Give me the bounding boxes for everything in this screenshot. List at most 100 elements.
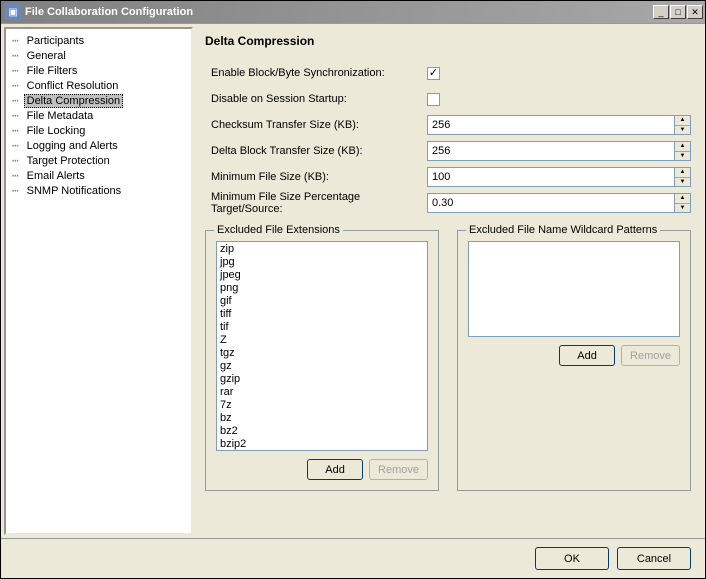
list-item[interactable]: tiff (220, 308, 424, 321)
sidebar-item-label: File Filters (25, 65, 80, 77)
sidebar-item-label: Participants (25, 35, 86, 47)
sidebar-item-label: Target Protection (25, 155, 112, 167)
spin-up-icon[interactable]: ▲ (675, 142, 690, 152)
checksum-label: Checksum Transfer Size (KB): (205, 119, 427, 131)
sidebar-item-delta-compression[interactable]: ⋯ Delta Compression (8, 93, 189, 108)
min-size-spinner: ▲ ▼ (427, 167, 691, 187)
window-body: ⋯Participants⋯General⋯File Filters⋯Confl… (1, 23, 705, 538)
min-size-label: Minimum File Size (KB): (205, 171, 427, 183)
list-item[interactable]: bz2 (220, 425, 424, 438)
list-item[interactable]: bzip2 (220, 438, 424, 451)
enable-sync-checkbox[interactable]: ✓ (427, 67, 440, 80)
delta-block-label: Delta Block Transfer Size (KB): (205, 145, 427, 157)
tree-dash-icon: ⋯ (12, 94, 19, 107)
sidebar-item-general[interactable]: ⋯ General (8, 48, 189, 63)
cancel-button[interactable]: Cancel (617, 547, 691, 570)
delta-block-row: Delta Block Transfer Size (KB): ▲ ▼ (205, 140, 691, 162)
min-pct-row: Minimum File Size Percentage Target/Sour… (205, 192, 691, 214)
configuration-window: ▣ File Collaboration Configuration _ □ ✕… (0, 0, 706, 579)
page-title: Delta Compression (205, 30, 691, 62)
list-item[interactable]: tgz (220, 347, 424, 360)
navigation-tree[interactable]: ⋯Participants⋯General⋯File Filters⋯Confl… (4, 27, 193, 535)
tree-dash-icon: ⋯ (12, 64, 19, 77)
sidebar-item-participants[interactable]: ⋯ Participants (8, 33, 189, 48)
sidebar-item-file-filters[interactable]: ⋯ File Filters (8, 63, 189, 78)
checksum-spinner: ▲ ▼ (427, 115, 691, 135)
list-item[interactable]: gzip (220, 373, 424, 386)
ok-button[interactable]: OK (535, 547, 609, 570)
group-container: Excluded File Extensions zipjpgjpegpnggi… (205, 230, 691, 491)
spin-up-icon[interactable]: ▲ (675, 116, 690, 126)
delta-block-spin-buttons: ▲ ▼ (675, 141, 691, 161)
delta-block-input[interactable] (427, 141, 675, 161)
sidebar-item-logging-and-alerts[interactable]: ⋯ Logging and Alerts (8, 138, 189, 153)
sidebar-item-label: SNMP Notifications (25, 185, 124, 197)
sidebar-item-label: Conflict Resolution (25, 80, 121, 92)
spin-down-icon[interactable]: ▼ (675, 178, 690, 187)
list-item[interactable]: 7z (220, 399, 424, 412)
tree-dash-icon: ⋯ (12, 124, 19, 137)
checksum-row: Checksum Transfer Size (KB): ▲ ▼ (205, 114, 691, 136)
minimize-button[interactable]: _ (653, 5, 669, 19)
disable-startup-row: Disable on Session Startup: (205, 88, 691, 110)
min-pct-label: Minimum File Size Percentage Target/Sour… (205, 191, 427, 215)
list-item[interactable]: rar (220, 386, 424, 399)
list-item[interactable]: gz (220, 360, 424, 373)
wild-add-button[interactable]: Add (559, 345, 615, 366)
close-button[interactable]: ✕ (687, 5, 703, 19)
wild-remove-button[interactable]: Remove (621, 345, 680, 366)
ext-add-button[interactable]: Add (307, 459, 363, 480)
excluded-wildcards-title: Excluded File Name Wildcard Patterns (466, 224, 660, 236)
excluded-wildcards-group: Excluded File Name Wildcard Patterns Add… (457, 230, 691, 491)
sidebar-item-email-alerts[interactable]: ⋯Email Alerts (8, 168, 189, 183)
main-panel: Delta Compression Enable Block/Byte Sync… (193, 24, 705, 538)
dialog-footer: OK Cancel (1, 538, 705, 578)
checksum-input[interactable] (427, 115, 675, 135)
excluded-wildcards-list[interactable] (468, 241, 680, 337)
window-title: File Collaboration Configuration (25, 6, 653, 18)
list-item[interactable]: zip (220, 243, 424, 256)
min-size-input[interactable] (427, 167, 675, 187)
ext-group-buttons: Add Remove (216, 459, 428, 480)
sidebar-item-snmp-notifications[interactable]: ⋯SNMP Notifications (8, 183, 189, 198)
titlebar: ▣ File Collaboration Configuration _ □ ✕ (1, 1, 705, 23)
min-size-spin-buttons: ▲ ▼ (675, 167, 691, 187)
list-item[interactable]: tif (220, 321, 424, 334)
delta-block-spinner: ▲ ▼ (427, 141, 691, 161)
min-pct-input[interactable] (427, 193, 675, 213)
spin-down-icon[interactable]: ▼ (675, 204, 690, 213)
list-item[interactable]: jpeg (220, 269, 424, 282)
spin-down-icon[interactable]: ▼ (675, 126, 690, 135)
sidebar-item-label: Delta Compression (24, 94, 124, 108)
list-item[interactable]: bz (220, 412, 424, 425)
sidebar-item-label: General (25, 50, 68, 62)
excluded-extensions-list[interactable]: zipjpgjpegpnggiftifftifZtgzgzgziprar7zbz… (216, 241, 428, 451)
app-icon: ▣ (5, 4, 21, 20)
sidebar-item-label: File Metadata (25, 110, 96, 122)
min-pct-spin-buttons: ▲ ▼ (675, 193, 691, 213)
spin-up-icon[interactable]: ▲ (675, 168, 690, 178)
spin-up-icon[interactable]: ▲ (675, 194, 690, 204)
sidebar-item-file-metadata[interactable]: ⋯ File Metadata (8, 108, 189, 123)
list-item[interactable]: jpg (220, 256, 424, 269)
sidebar-item-conflict-resolution[interactable]: ⋯Conflict Resolution (8, 78, 189, 93)
tree-dash-icon: ⋯ (12, 169, 19, 182)
tree-dash-icon: ⋯ (12, 34, 19, 47)
sidebar-item-file-locking[interactable]: ⋯File Locking (8, 123, 189, 138)
list-item[interactable]: png (220, 282, 424, 295)
enable-sync-label: Enable Block/Byte Synchronization: (205, 67, 427, 79)
ext-remove-button[interactable]: Remove (369, 459, 428, 480)
list-item[interactable]: Z (220, 334, 424, 347)
sidebar-item-label: Logging and Alerts (25, 140, 120, 152)
maximize-button[interactable]: □ (670, 5, 686, 19)
checksum-spin-buttons: ▲ ▼ (675, 115, 691, 135)
tree-dash-icon: ⋯ (12, 139, 19, 152)
disable-startup-checkbox[interactable] (427, 93, 440, 106)
tree-dash-icon: ⋯ (12, 154, 19, 167)
sidebar-item-target-protection[interactable]: ⋯ Target Protection (8, 153, 189, 168)
tree-dash-icon: ⋯ (12, 49, 19, 62)
spin-down-icon[interactable]: ▼ (675, 152, 690, 161)
tree-dash-icon: ⋯ (12, 109, 19, 122)
excluded-extensions-group: Excluded File Extensions zipjpgjpegpnggi… (205, 230, 439, 491)
list-item[interactable]: gif (220, 295, 424, 308)
